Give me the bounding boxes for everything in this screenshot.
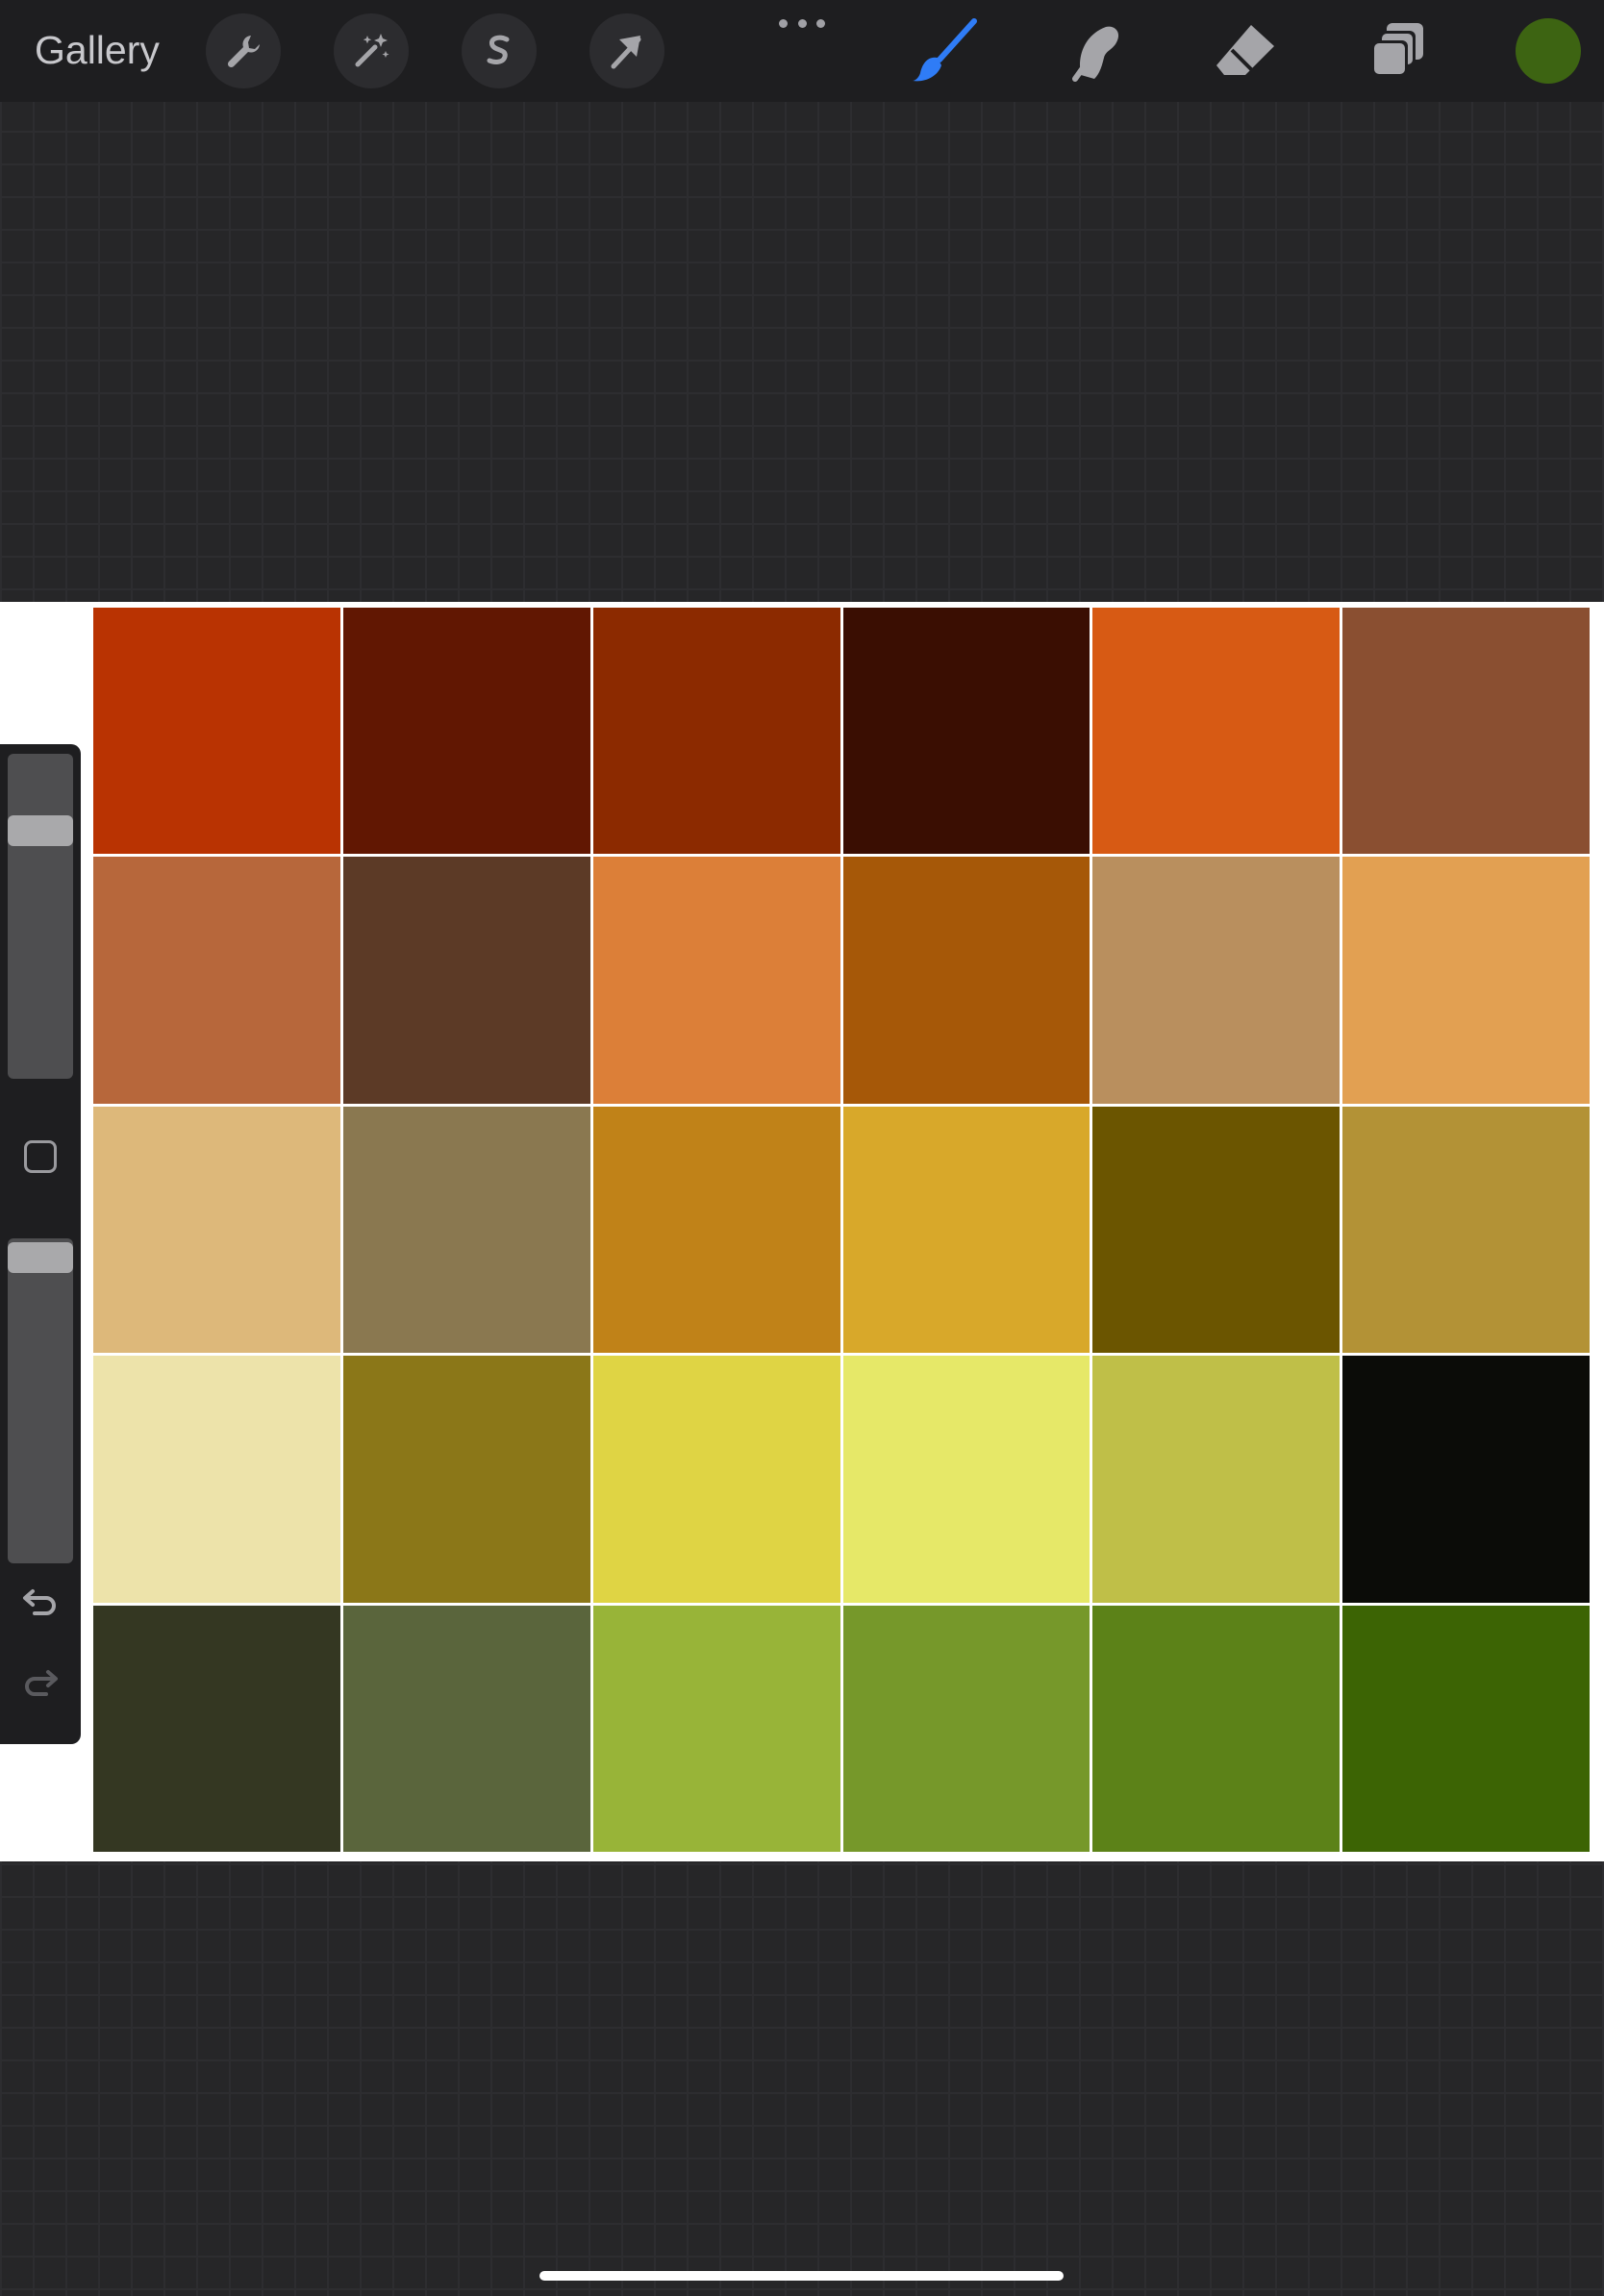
layers-button[interactable]: [1360, 13, 1435, 88]
redo-icon: [25, 1670, 58, 1696]
palette-swatch[interactable]: [592, 1106, 840, 1354]
arrow-cursor-icon: [611, 36, 641, 69]
brush-size-slider[interactable]: [8, 754, 73, 1079]
brush-size-thumb[interactable]: [8, 814, 73, 846]
palette-swatch[interactable]: [592, 1605, 840, 1852]
transform-button[interactable]: [589, 13, 664, 88]
top-toolbar: Gallery: [0, 0, 1604, 102]
left-sidebar: [0, 744, 81, 1744]
eraser-button[interactable]: [1209, 13, 1284, 88]
palette-swatch[interactable]: [842, 857, 1090, 1104]
palette-swatch[interactable]: [1092, 608, 1341, 855]
palette-swatch[interactable]: [1092, 857, 1341, 1104]
opacity-slider[interactable]: [8, 1238, 73, 1563]
wrench-icon: [227, 36, 260, 68]
gallery-button[interactable]: Gallery: [35, 27, 160, 73]
palette-swatch[interactable]: [1342, 857, 1590, 1104]
brush-icon: [913, 18, 977, 82]
selection-s-icon: [487, 35, 510, 64]
palette-swatch[interactable]: [342, 1106, 590, 1354]
palette-swatch[interactable]: [342, 1605, 590, 1852]
undo-icon: [23, 1589, 56, 1615]
brush-button[interactable]: [907, 13, 982, 88]
eraser-icon: [1216, 25, 1274, 75]
palette-swatch[interactable]: [93, 608, 340, 855]
undo-button[interactable]: [17, 1582, 63, 1620]
palette-swatch[interactable]: [842, 1605, 1090, 1852]
palette-swatch[interactable]: [1092, 1356, 1341, 1603]
palette-swatch[interactable]: [93, 1106, 340, 1354]
smudge-icon: [1072, 26, 1119, 82]
palette-swatch[interactable]: [93, 1605, 340, 1852]
dot: [797, 18, 807, 28]
palette-swatch[interactable]: [342, 1356, 590, 1603]
smudge-button[interactable]: [1058, 13, 1133, 88]
palette-swatch[interactable]: [592, 608, 840, 855]
more-dots-icon[interactable]: [779, 13, 825, 33]
palette-swatch[interactable]: [342, 608, 590, 855]
palette-swatch[interactable]: [1342, 1356, 1590, 1603]
palette-swatch[interactable]: [1342, 1605, 1590, 1852]
palette-swatch[interactable]: [842, 1106, 1090, 1354]
palette-swatch[interactable]: [592, 1356, 840, 1603]
layers-icon: [1371, 23, 1423, 77]
adjustments-button[interactable]: [334, 13, 409, 88]
color-palette-grid: [93, 608, 1590, 1852]
palette-swatch[interactable]: [842, 1356, 1090, 1603]
palette-swatch[interactable]: [1342, 608, 1590, 855]
palette-swatch[interactable]: [342, 857, 590, 1104]
square-modifier-icon[interactable]: [24, 1140, 57, 1173]
magic-wand-icon: [355, 34, 389, 67]
palette-swatch[interactable]: [1092, 1106, 1341, 1354]
palette-swatch[interactable]: [842, 608, 1090, 855]
current-color-swatch[interactable]: [1516, 18, 1581, 84]
selection-button[interactable]: [462, 13, 537, 88]
redo-button[interactable]: [17, 1662, 63, 1701]
palette-swatch[interactable]: [1342, 1106, 1590, 1354]
home-indicator: [539, 2271, 1064, 2281]
actions-button[interactable]: [206, 13, 281, 88]
dot: [779, 18, 788, 28]
dot: [816, 18, 825, 28]
opacity-thumb[interactable]: [8, 1242, 73, 1273]
palette-swatch[interactable]: [592, 857, 840, 1104]
palette-swatch[interactable]: [1092, 1605, 1341, 1852]
palette-swatch[interactable]: [93, 857, 340, 1104]
palette-swatch[interactable]: [93, 1356, 340, 1603]
